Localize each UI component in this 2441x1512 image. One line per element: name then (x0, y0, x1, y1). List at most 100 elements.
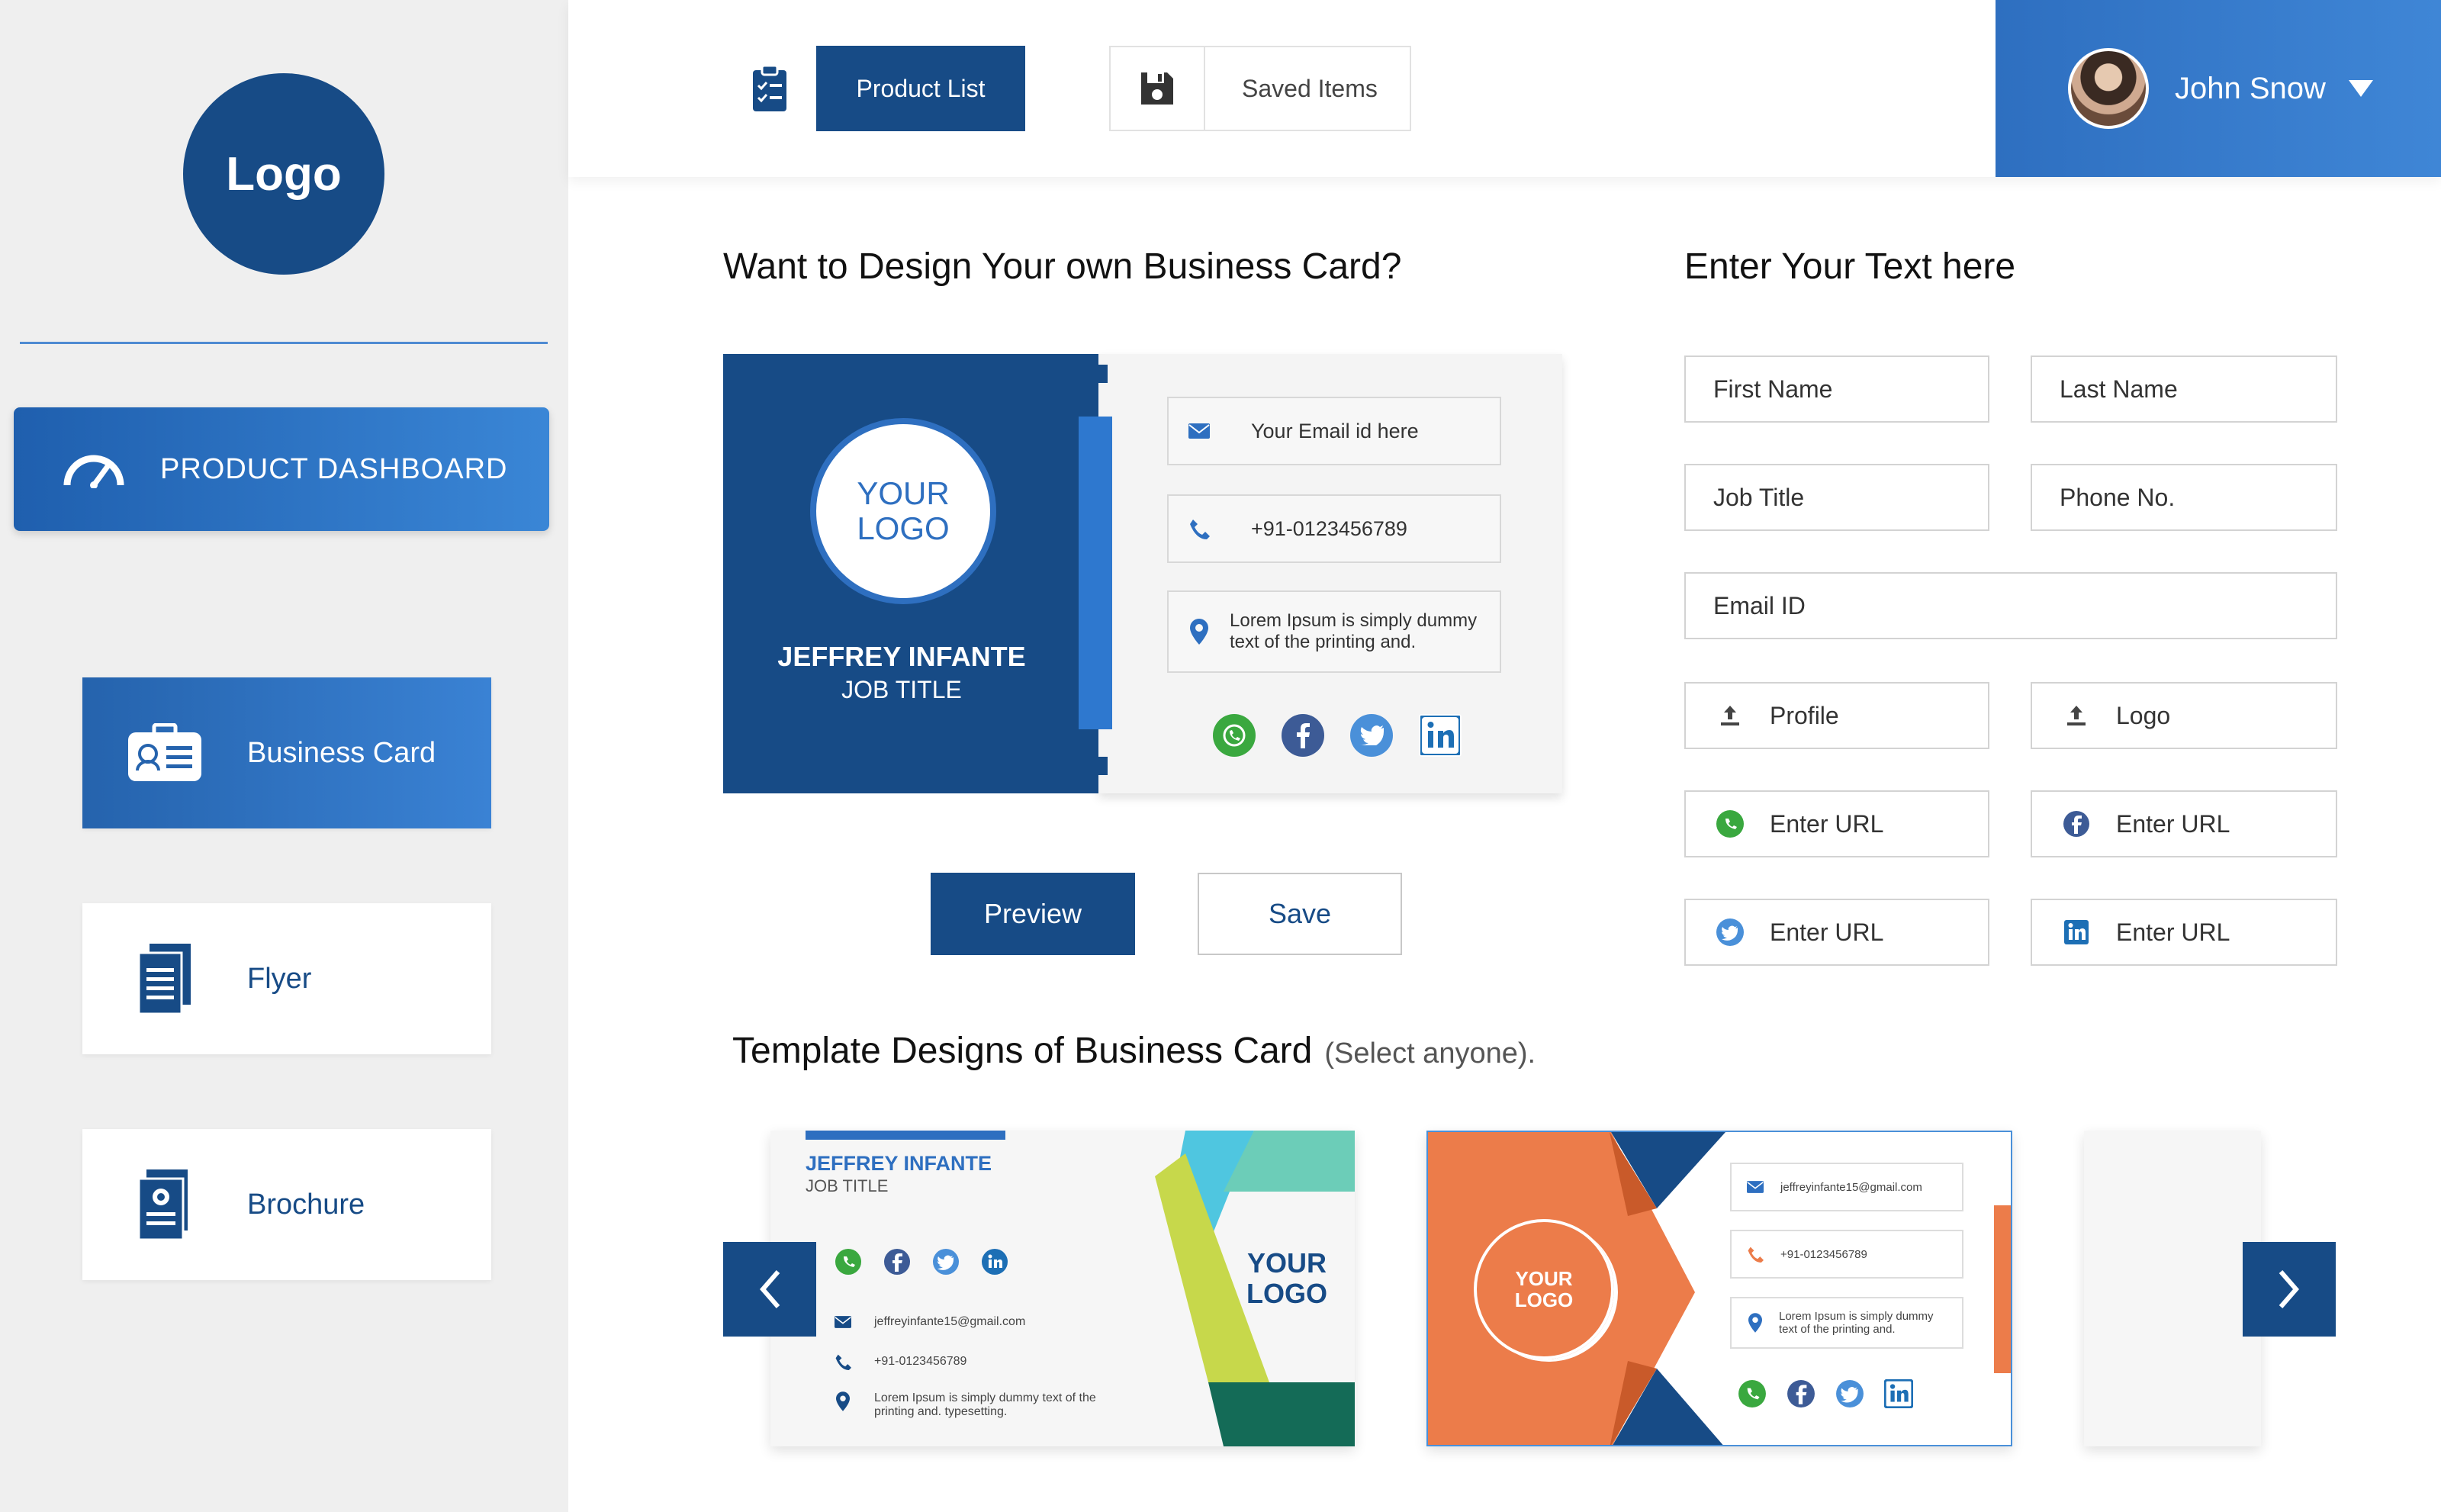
phone-icon (835, 1354, 851, 1370)
whatsapp-icon (835, 1249, 861, 1275)
profile-upload-label: Profile (1770, 701, 1839, 729)
template-logo-line1: YOUR (1246, 1247, 1327, 1279)
clipboard-icon[interactable] (751, 64, 789, 117)
carousel-next-button[interactable] (2243, 1242, 2336, 1337)
template-logo-line1: YOUR (1515, 1267, 1573, 1290)
template-logo-line2: LOGO (1514, 1288, 1574, 1311)
template-name: JEFFREY INFANTE (806, 1152, 992, 1175)
linkedin-url-field[interactable]: Enter URL (2031, 899, 2337, 966)
phone-icon (1748, 1247, 1764, 1263)
template-accent-bar (806, 1131, 1005, 1140)
envelope-icon (835, 1316, 851, 1328)
facebook-url-field[interactable]: Enter URL (2031, 790, 2337, 857)
flyer-icon (82, 942, 247, 1015)
template-phone-row: +91-0123456789 (835, 1353, 966, 1370)
card-logo-line1: YOUR (857, 475, 950, 511)
brochure-icon (82, 1168, 247, 1241)
sidebar-item-label: Brochure (247, 1188, 365, 1221)
save-button[interactable]: Save (1198, 873, 1402, 955)
card-address-field: Lorem Ipsum is simply dummy text of the … (1167, 590, 1501, 673)
linkedin-icon (982, 1249, 1008, 1275)
designer-heading: Want to Design Your own Business Card? (723, 246, 1402, 287)
template-address-line2: text of the printing and. (1779, 1323, 1896, 1336)
saved-items-button[interactable]: Saved Items (1109, 46, 1411, 131)
template-email: jeffreyinfante15@gmail.com (874, 1315, 1026, 1328)
template-email-row: jeffreyinfante15@gmail.com (835, 1315, 1025, 1329)
card-email-field: Your Email id here (1167, 397, 1501, 465)
email-field[interactable]: Email ID (1684, 572, 2337, 639)
twitter-icon (1836, 1380, 1864, 1407)
template-phone: +91-0123456789 (1780, 1247, 1867, 1261)
sidebar-item-label: Flyer (247, 962, 312, 995)
form-heading: Enter Your Text here (1684, 246, 2016, 287)
preview-button[interactable]: Preview (931, 873, 1135, 955)
template-card-2[interactable]: YOUR LOGO jeffreyinfante15@gmail.com +91-… (1426, 1131, 2012, 1446)
template-address-line1: Lorem Ipsum is simply dummy (1779, 1310, 1934, 1323)
sidebar-item-business-card[interactable]: Business Card (82, 677, 491, 828)
twitter-url-field[interactable]: Enter URL (1684, 899, 1989, 966)
twitter-icon[interactable] (1350, 714, 1393, 757)
template-social-row (1738, 1379, 1913, 1408)
template-phone: +91-0123456789 (874, 1355, 967, 1368)
twitter-icon (933, 1249, 959, 1275)
card-notch (1097, 365, 1108, 383)
card-address-line1: Lorem Ipsum is simply dummy (1230, 610, 1478, 631)
logo-upload-label: Logo (2116, 701, 2171, 729)
sidebar-item-brochure[interactable]: Brochure (82, 1129, 491, 1280)
templates-title: Template Designs of Business Card (732, 1031, 1313, 1071)
linkedin-icon[interactable] (1419, 714, 1462, 757)
last-name-field[interactable]: Last Name (2031, 355, 2337, 423)
job-title-field[interactable]: Job Title (1684, 464, 1989, 531)
chevron-left-icon (760, 1270, 780, 1308)
envelope-icon (1169, 423, 1230, 439)
linkedin-icon (2060, 920, 2093, 944)
template-logo-line2: LOGO (1246, 1278, 1327, 1309)
location-pin-icon (836, 1391, 850, 1411)
profile-upload[interactable]: Profile (1684, 682, 1989, 749)
whatsapp-icon (1738, 1380, 1766, 1407)
whatsapp-icon[interactable] (1213, 714, 1256, 757)
chevron-down-icon[interactable] (2348, 80, 2373, 97)
facebook-url-placeholder: Enter URL (2116, 809, 2230, 838)
phone-field[interactable]: Phone No. (2031, 464, 2337, 531)
logo[interactable]: Logo (183, 73, 384, 275)
upload-icon (1713, 704, 1747, 727)
templates-hint: (Select anyone). (1324, 1037, 1536, 1070)
floppy-disk-icon (1111, 47, 1205, 130)
upload-icon (2060, 704, 2093, 727)
avatar (2068, 48, 2149, 129)
template-job-title: JOB TITLE (806, 1176, 889, 1195)
facebook-icon[interactable] (1282, 714, 1324, 757)
envelope-icon (1747, 1181, 1764, 1193)
template-address-field: Lorem Ipsum is simply dummy text of the … (1730, 1297, 1963, 1349)
template-card-1[interactable]: JEFFREY INFANTE JOB TITLE YOUR LOGO jeff… (770, 1131, 1355, 1446)
user-menu[interactable]: John Snow (1996, 0, 2441, 177)
first-name-field[interactable]: First Name (1684, 355, 1989, 423)
sidebar-divider (20, 342, 548, 344)
card-notch (1097, 757, 1108, 775)
card-job-title: JOB TITLE (841, 676, 962, 703)
facebook-icon (2060, 811, 2093, 837)
twitter-url-placeholder: Enter URL (1770, 918, 1884, 946)
facebook-icon (1787, 1380, 1815, 1407)
facebook-icon (884, 1249, 910, 1275)
card-phone-text: +91-0123456789 (1251, 516, 1407, 540)
logo-upload[interactable]: Logo (2031, 682, 2337, 749)
sidebar-item-flyer[interactable]: Flyer (82, 903, 491, 1054)
template-card-3[interactable] (2084, 1131, 2261, 1446)
template-social-row (835, 1248, 1008, 1276)
carousel-prev-button[interactable] (723, 1242, 816, 1337)
whatsapp-icon (1713, 810, 1747, 838)
phone-icon (1169, 518, 1230, 539)
template-address-row: Lorem Ipsum is simply dummy text of the … (836, 1391, 1096, 1419)
product-dashboard-button[interactable]: PRODUCT DASHBOARD (14, 407, 549, 531)
saved-items-label: Saved Items (1242, 74, 1378, 102)
id-card-icon (82, 723, 247, 783)
speedometer-icon (61, 450, 127, 488)
template-logo-placeholder: YOUR LOGO (1474, 1219, 1614, 1359)
template-email: jeffreyinfante15@gmail.com (1780, 1180, 1922, 1194)
template-phone-field: +91-0123456789 (1730, 1230, 1963, 1279)
product-list-button[interactable]: Product List (816, 46, 1025, 131)
whatsapp-url-field[interactable]: Enter URL (1684, 790, 1989, 857)
location-pin-icon (1169, 619, 1230, 645)
